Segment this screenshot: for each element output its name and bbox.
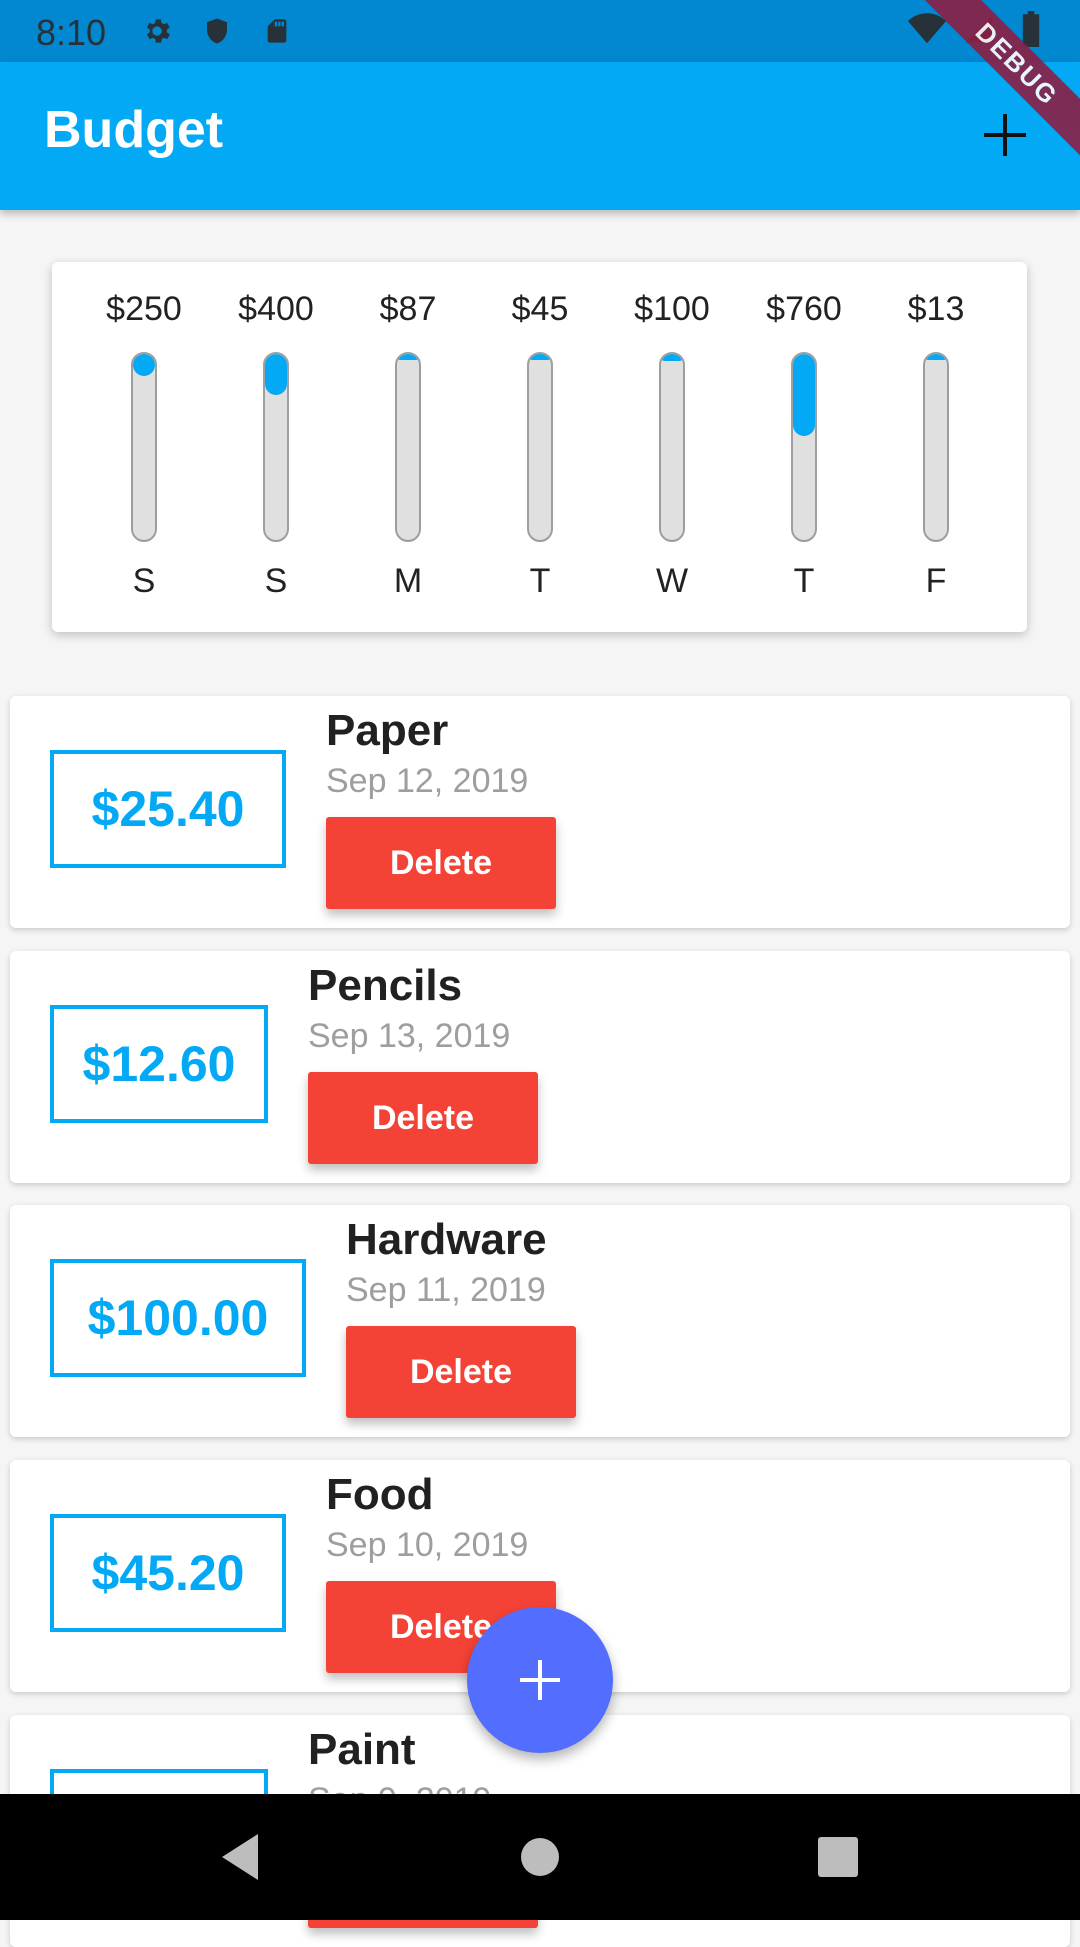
chart-day-amount: $13 — [907, 290, 965, 328]
chart-day-column: $760 T — [754, 262, 854, 632]
transaction-info: Pencils Sep 13, 2019 Delete — [308, 961, 538, 1164]
transaction-amount-box: $25.40 — [50, 750, 286, 868]
navigation-bar — [0, 1794, 1080, 1920]
chart-day-label: T — [793, 562, 815, 600]
transaction-amount-box: $45.20 — [50, 1514, 286, 1632]
chart-day-column: $13 F — [886, 262, 986, 632]
chart-bar-track — [659, 352, 685, 542]
transaction-amount: $45.20 — [91, 1545, 245, 1601]
home-icon — [521, 1838, 559, 1876]
chart-day-label: F — [925, 562, 947, 600]
transaction-info: Paper Sep 12, 2019 Delete — [326, 706, 556, 909]
transaction-date: Sep 12, 2019 — [326, 762, 529, 800]
chart-bar-fill — [529, 354, 551, 360]
shield-icon — [198, 12, 236, 50]
back-icon — [222, 1834, 258, 1880]
chart-day-amount: $400 — [238, 290, 314, 328]
chart-bar-fill — [661, 354, 683, 362]
recents-icon — [818, 1837, 858, 1877]
chart-day-amount: $100 — [634, 290, 710, 328]
weekly-chart-card: $250 S $400 S $87 M $45 T $100 W $760 T $13 F — [52, 262, 1027, 632]
app-bar: Budget — [0, 62, 1080, 210]
chart-day-amount: $45 — [511, 290, 569, 328]
transaction-title: Pencils — [308, 961, 463, 1010]
chart-day-label: M — [393, 562, 423, 600]
chart-bar-track — [395, 352, 421, 542]
transaction-card: $12.60 Pencils Sep 13, 2019 Delete — [10, 951, 1070, 1183]
chart-bar-track — [263, 352, 289, 542]
chart-day-column: $250 S — [94, 262, 194, 632]
chart-day-amount: $87 — [379, 290, 437, 328]
transaction-amount: $25.40 — [91, 781, 245, 837]
transaction-amount-box: $100.00 — [50, 1259, 306, 1377]
transaction-date: Sep 11, 2019 — [346, 1271, 546, 1309]
chart-day-column: $45 T — [490, 262, 590, 632]
back-button[interactable] — [210, 1827, 270, 1887]
status-time: 8:10 — [36, 12, 107, 53]
transaction-amount-box: $12.60 — [50, 1005, 268, 1123]
chart-bar-fill — [925, 354, 947, 360]
transaction-info: Hardware Sep 11, 2019 Delete — [346, 1215, 576, 1418]
transaction-title: Hardware — [346, 1215, 547, 1264]
chart-bar-fill — [133, 354, 155, 377]
plus-icon — [984, 114, 1026, 156]
chart-bar-track — [131, 352, 157, 542]
transaction-card: $25.40 Paper Sep 12, 2019 Delete — [10, 696, 1070, 928]
delete-button[interactable]: Delete — [346, 1326, 576, 1418]
chart-day-column: $100 W — [622, 262, 722, 632]
transaction-title: Paper — [326, 706, 449, 755]
transaction-date: Sep 13, 2019 — [308, 1017, 511, 1055]
chart-day-label: W — [655, 562, 689, 600]
sd-card-icon — [258, 12, 296, 50]
delete-button[interactable]: Delete — [308, 1072, 538, 1164]
chart-day-amount: $760 — [766, 290, 842, 328]
plus-icon — [520, 1660, 560, 1700]
chart-day-column: $400 S — [226, 262, 326, 632]
chart-bar-track — [923, 352, 949, 542]
chart-day-label: S — [264, 562, 288, 600]
chart-day-label: T — [529, 562, 551, 600]
delete-button[interactable]: Delete — [326, 817, 556, 909]
transaction-title: Food — [326, 1470, 434, 1519]
gear-icon — [138, 12, 176, 50]
chart-bar-fill — [793, 354, 815, 436]
chart-bar-track — [791, 352, 817, 542]
transaction-date: Sep 10, 2019 — [326, 1526, 529, 1564]
chart-bar-fill — [265, 354, 287, 395]
chart-day-column: $87 M — [358, 262, 458, 632]
add-transaction-fab[interactable] — [467, 1607, 613, 1753]
status-bar: 8:10 — [0, 0, 1080, 62]
transaction-card: $100.00 Hardware Sep 11, 2019 Delete — [10, 1205, 1070, 1437]
chart-bar-fill — [397, 354, 419, 360]
transaction-amount: $12.60 — [82, 1036, 236, 1092]
add-transaction-button[interactable] — [970, 100, 1040, 170]
chart-day-label: S — [132, 562, 156, 600]
transaction-amount: $100.00 — [87, 1290, 269, 1346]
app-title: Budget — [44, 101, 224, 159]
chart-bar-track — [527, 352, 553, 542]
chart-day-amount: $250 — [106, 290, 182, 328]
recents-button[interactable] — [808, 1827, 868, 1887]
home-button[interactable] — [510, 1827, 570, 1887]
